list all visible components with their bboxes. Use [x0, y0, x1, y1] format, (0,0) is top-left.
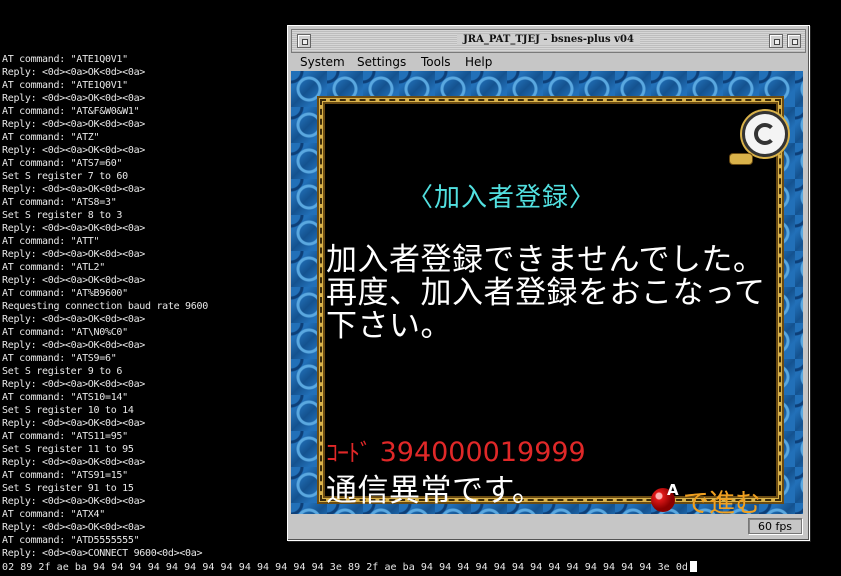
a-button-letter: A [667, 481, 679, 499]
terminal-line: Set S register 9 to 6 [2, 366, 123, 377]
terminal-line: Reply: <0d><0a>OK<0d><0a> [2, 340, 146, 351]
terminal-line: AT command: "ATE1Q0V1" [2, 80, 128, 91]
text-cursor [689, 561, 697, 572]
window-title: JRA_PAT_TJEJ - bsnes-plus v04 [292, 34, 805, 45]
hex-output: 02 89 2f ae ba 94 94 94 94 94 94 94 94 9… [2, 562, 688, 573]
terminal-line: AT command: "ATL2" [2, 262, 105, 273]
terminal-line: Set S register 11 to 95 [2, 444, 134, 455]
terminal-line: Set S register 10 to 14 [2, 405, 134, 416]
terminal-line: Reply: <0d><0a>OK<0d><0a> [2, 496, 146, 507]
terminal-line: AT command: "ATT" [2, 236, 100, 247]
terminal-log: AT command: "ATE1Q0V1" Reply: <0d><0a>OK<… [2, 53, 292, 560]
menu-bar: System Settings Tools Help [291, 54, 806, 70]
terminal-line: AT command: "ATS91=15" [2, 470, 128, 481]
title-bar[interactable]: JRA_PAT_TJEJ - bsnes-plus v04 [291, 29, 806, 53]
proceed-prompt: で進む [683, 489, 762, 514]
terminal-line: AT command: "AT&F&W0&W1" [2, 106, 140, 117]
terminal-line: Reply: <0d><0a>OK<0d><0a> [2, 249, 146, 260]
terminal-line: Reply: <0d><0a>OK<0d><0a> [2, 314, 146, 325]
terminal-line: Reply: <0d><0a>CONNECT 9600<0d><0a> [2, 548, 203, 559]
maximize-button[interactable] [787, 34, 801, 48]
terminal-line: Reply: <0d><0a>OK<0d><0a> [2, 93, 146, 104]
terminal-line: Reply: <0d><0a>OK<0d><0a> [2, 457, 146, 468]
message-line-3: 下さい。 [326, 308, 452, 344]
logo-badge-icon [742, 111, 788, 157]
terminal-line: Reply: <0d><0a>OK<0d><0a> [2, 145, 146, 156]
status-bar: 60 fps [291, 517, 806, 535]
menu-tools[interactable]: Tools [421, 54, 451, 70]
terminal-line: AT command: "AT%B9600" [2, 288, 128, 299]
terminal-line: Reply: <0d><0a>OK<0d><0a> [2, 223, 146, 234]
terminal-line: AT command: "ATE1Q0V1" [2, 54, 128, 65]
terminal-line: Reply: <0d><0a>OK<0d><0a> [2, 67, 146, 78]
emulator-window[interactable]: JRA_PAT_TJEJ - bsnes-plus v04 System Set… [287, 25, 810, 541]
terminal-hex-line: 02 89 2f ae ba 94 94 94 94 94 94 94 94 9… [2, 561, 841, 574]
terminal-line: Reply: <0d><0a>OK<0d><0a> [2, 184, 146, 195]
terminal-line: Reply: <0d><0a>OK<0d><0a> [2, 119, 146, 130]
menu-settings[interactable]: Settings [357, 54, 406, 70]
code-label: ｺｰﾄﾞ [326, 439, 372, 467]
code-value: 394000019999 [379, 437, 586, 468]
terminal-line: AT command: "ATS10=14" [2, 392, 128, 403]
terminal-line: AT command: "ATX4" [2, 509, 105, 520]
terminal-line: Set S register 91 to 15 [2, 483, 134, 494]
game-screen[interactable]: 〈加入者登録〉 加入者登録できませんでした。 再度、加入者登録をおこなって 下さ… [291, 71, 803, 514]
terminal-line: Reply: <0d><0a>OK<0d><0a> [2, 418, 146, 429]
minimize-button[interactable] [769, 34, 783, 48]
terminal-line: AT command: "ATD5555555" [2, 535, 140, 546]
terminal-line: Reply: <0d><0a>OK<0d><0a> [2, 275, 146, 286]
error-code: ｺｰﾄﾞ 394000019999 [326, 433, 586, 468]
terminal-line: AT command: "ATS11=95" [2, 431, 128, 442]
terminal-line: Reply: <0d><0a>OK<0d><0a> [2, 522, 146, 533]
terminal-line: AT command: "ATS7=60" [2, 158, 123, 169]
terminal-line: AT command: "AT\N0%C0" [2, 327, 128, 338]
menu-system[interactable]: System [300, 54, 345, 70]
terminal-line: AT command: "ATS9=6" [2, 353, 117, 364]
terminal-line: Set S register 8 to 3 [2, 210, 123, 221]
terminal-line: Set S register 7 to 60 [2, 171, 128, 182]
menu-help[interactable]: Help [465, 54, 492, 70]
terminal-line: Reply: <0d><0a>OK<0d><0a> [2, 379, 146, 390]
key-icon [729, 153, 753, 165]
terminal-line: AT command: "ATS8=3" [2, 197, 117, 208]
terminal-line: AT command: "ATZ" [2, 132, 100, 143]
terminal-line: Requesting connection baud rate 9600 [2, 301, 208, 312]
dialog-title: 〈加入者登録〉 [407, 183, 597, 213]
fps-counter: 60 fps [748, 518, 802, 534]
error-message: 通信異常です。 [326, 473, 544, 509]
